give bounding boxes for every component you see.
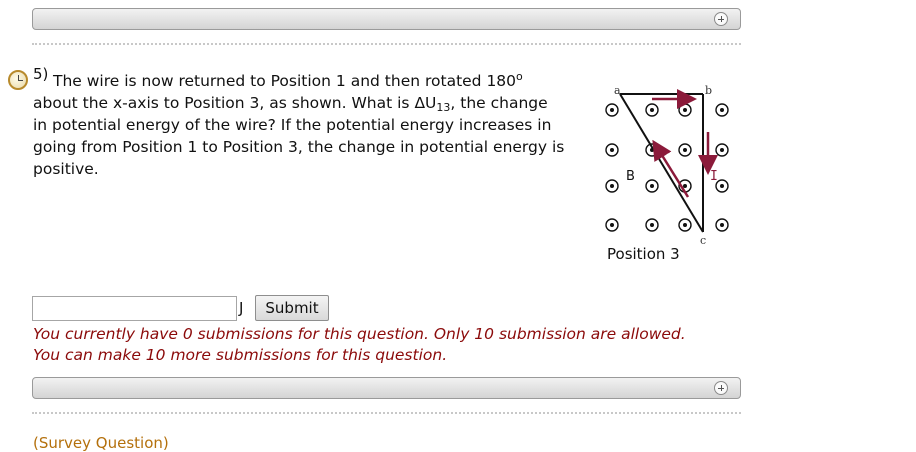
collapse-bar-top[interactable] (32, 8, 741, 30)
submission-notice-1: You currently have 0 submissions for thi… (33, 325, 686, 343)
field-dot-center (683, 184, 687, 188)
question-line-2-after: , the change (450, 94, 548, 112)
question-text: The wire is now returned to Position 1 a… (33, 70, 593, 180)
field-dot-center (683, 148, 687, 152)
delta-u-sub: 13 (436, 101, 451, 114)
corner-label-a: a (614, 84, 621, 97)
field-dot-center (650, 223, 654, 227)
wire-segment-ca (619, 93, 704, 233)
current-label-i: I (710, 169, 718, 184)
field-dot-center (610, 108, 614, 112)
degree-sup: o (516, 70, 523, 83)
field-dot-center (720, 108, 724, 112)
field-dot-center (610, 223, 614, 227)
answer-input[interactable] (32, 296, 237, 321)
question-line-4: going from Position 1 to Position 3, the… (33, 138, 565, 156)
field-dot-center (683, 223, 687, 227)
field-dot-center (683, 108, 687, 112)
expand-plus-icon[interactable] (714, 12, 728, 26)
question-line-2: about the x-axis to Position 3, as shown… (33, 92, 593, 114)
field-dot-center (720, 184, 724, 188)
corner-label-c: c (700, 234, 706, 247)
expand-plus-icon[interactable] (714, 381, 728, 395)
question-line-2-before: about the x-axis to Position 3, as shown… (33, 94, 437, 112)
field-dot-center (720, 148, 724, 152)
field-out-of-page-dots (605, 103, 729, 232)
field-dot-center (650, 184, 654, 188)
submit-button[interactable]: Submit (255, 295, 329, 321)
dotted-separator (32, 43, 741, 45)
clock-icon (8, 70, 28, 90)
figure-caption: Position 3 (607, 245, 680, 263)
field-label-b: B (626, 169, 635, 184)
dotted-separator (32, 412, 741, 414)
survey-question-link[interactable]: (Survey Question) (33, 434, 169, 452)
question-line-1: The wire is now returned to Position 1 a… (33, 70, 593, 92)
field-dot-center (650, 108, 654, 112)
submission-notice-2: You can make 10 more submissions for thi… (33, 346, 448, 364)
question-line-5: positive. (33, 160, 99, 178)
collapse-bar-bottom[interactable] (32, 377, 741, 399)
corner-label-b: b (705, 84, 712, 97)
position-3-diagram: a b c B I Position 3 (605, 84, 729, 263)
field-dot-center (610, 148, 614, 152)
question-line-1-text: The wire is now returned to Position 1 a… (53, 72, 517, 90)
field-dot-center (610, 184, 614, 188)
answer-unit: J (239, 299, 244, 317)
question-line-3: in potential energy of the wire? If the … (33, 116, 552, 134)
field-dot-center (720, 223, 724, 227)
